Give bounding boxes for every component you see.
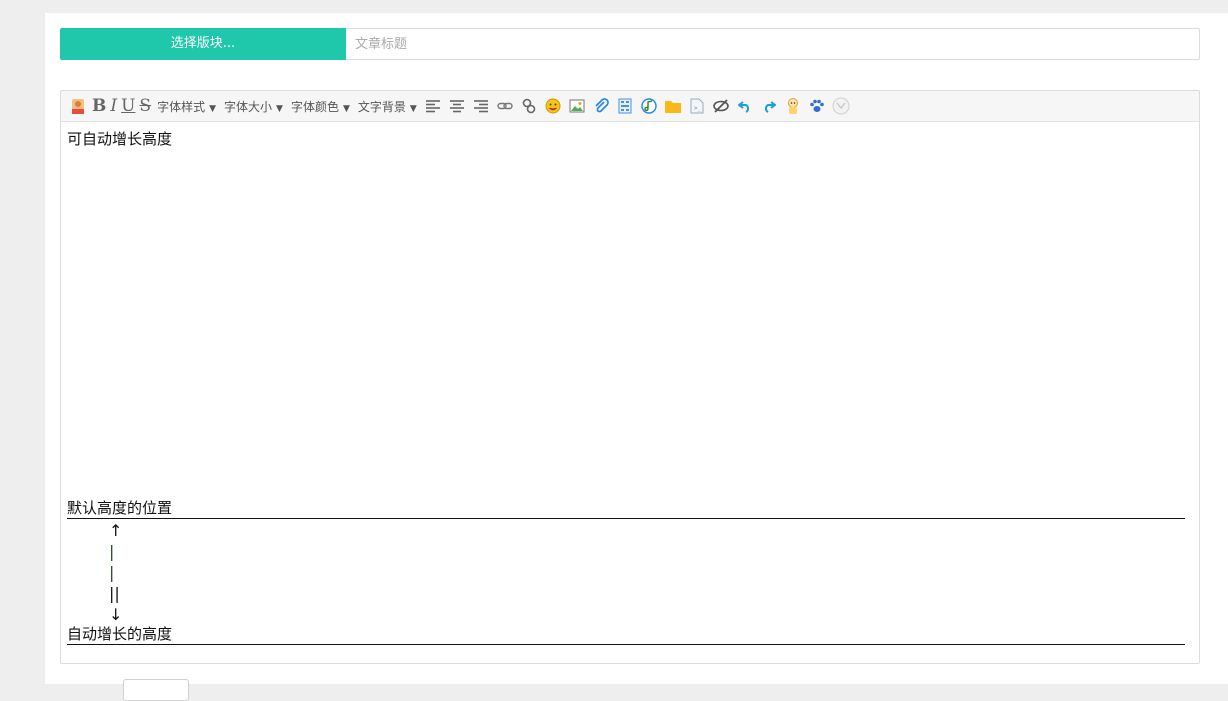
attachment-icon[interactable] <box>591 96 611 116</box>
baby-icon[interactable] <box>783 96 803 116</box>
editor-content[interactable]: 可自动增长高度 默认高度的位置 ↑ | | || ↓ 自动增长的高度 <box>67 129 1185 649</box>
arrow-down-icon: ↓ <box>109 605 123 624</box>
rich-text-editor: B I U S 字体样式 ▼ 字体大小 ▼ 字体颜色 ▼ 文字背景 ▼ >_ 可… <box>60 90 1200 664</box>
bar-line: | <box>109 542 115 561</box>
align-right-icon[interactable] <box>471 96 491 116</box>
submit-button[interactable] <box>123 679 189 701</box>
default-height-label: 默认高度的位置 <box>67 499 173 517</box>
post-page: 选择版块... B I U S 字体样式▼ 字体大小▼ 字体颜色▼ 文字背景▼ <box>45 13 1228 701</box>
text-background-label: 文字背景 <box>357 99 406 114</box>
bold-icon[interactable]: B <box>92 96 106 116</box>
paw-icon[interactable] <box>807 96 827 116</box>
toggle-icon[interactable] <box>831 96 851 116</box>
default-height-marker: 默认高度的位置 <box>67 499 1185 519</box>
font-style-label: 字体样式 <box>157 99 206 114</box>
undo-icon[interactable] <box>735 96 755 116</box>
folder-icon[interactable] <box>663 96 683 116</box>
font-size-dropdown[interactable]: 字体大小 ▼ <box>224 98 283 115</box>
align-center-icon[interactable] <box>447 96 467 116</box>
italic-icon[interactable]: I <box>110 96 117 116</box>
music-icon[interactable] <box>639 96 659 116</box>
title-row: 选择版块... <box>60 28 1203 60</box>
content-first-line: 可自动增长高度 <box>67 130 173 148</box>
board-select-button[interactable]: 选择版块... <box>60 28 346 60</box>
font-color-dropdown[interactable]: 字体颜色 ▼ <box>291 98 350 115</box>
arrow-up-icon: ↑ <box>109 521 123 540</box>
html-icon[interactable] <box>68 96 88 116</box>
emoji-icon[interactable] <box>543 96 563 116</box>
underline-icon[interactable]: U <box>121 96 135 116</box>
bar-line: || <box>109 584 120 603</box>
editor-toolbar: B I U S 字体样式 ▼ 字体大小 ▼ 字体颜色 ▼ 文字背景 ▼ >_ <box>61 91 1199 122</box>
dropdown-arrow-icon: ▼ <box>342 103 350 114</box>
code-icon[interactable]: >_ <box>687 96 707 116</box>
redo-icon[interactable] <box>759 96 779 116</box>
video-icon[interactable] <box>615 96 635 116</box>
strikethrough-icon[interactable]: S <box>139 96 151 116</box>
text-background-dropdown[interactable]: 文字背景 ▼ <box>358 98 417 115</box>
dropdown-arrow-icon: ▼ <box>276 103 283 114</box>
font-color-label: 字体颜色 <box>290 99 339 114</box>
bar-line: | <box>109 563 115 582</box>
svg-text:>_: >_ <box>694 105 702 112</box>
font-style-dropdown[interactable]: 字体样式 ▼ <box>157 98 216 115</box>
font-size-label: 字体大小 <box>224 99 273 114</box>
dropdown-arrow-icon: ▼ <box>209 103 217 114</box>
align-left-icon[interactable] <box>423 96 443 116</box>
title-input[interactable] <box>347 29 1203 59</box>
auto-height-marker: 自动增长的高度 <box>67 625 1185 645</box>
image-icon[interactable] <box>567 96 587 116</box>
unlink-icon[interactable] <box>519 96 539 116</box>
auto-height-label: 自动增长的高度 <box>67 625 173 643</box>
link-icon[interactable] <box>495 96 515 116</box>
hide-icon[interactable] <box>711 96 731 116</box>
dropdown-arrow-icon: ▼ <box>409 103 417 114</box>
